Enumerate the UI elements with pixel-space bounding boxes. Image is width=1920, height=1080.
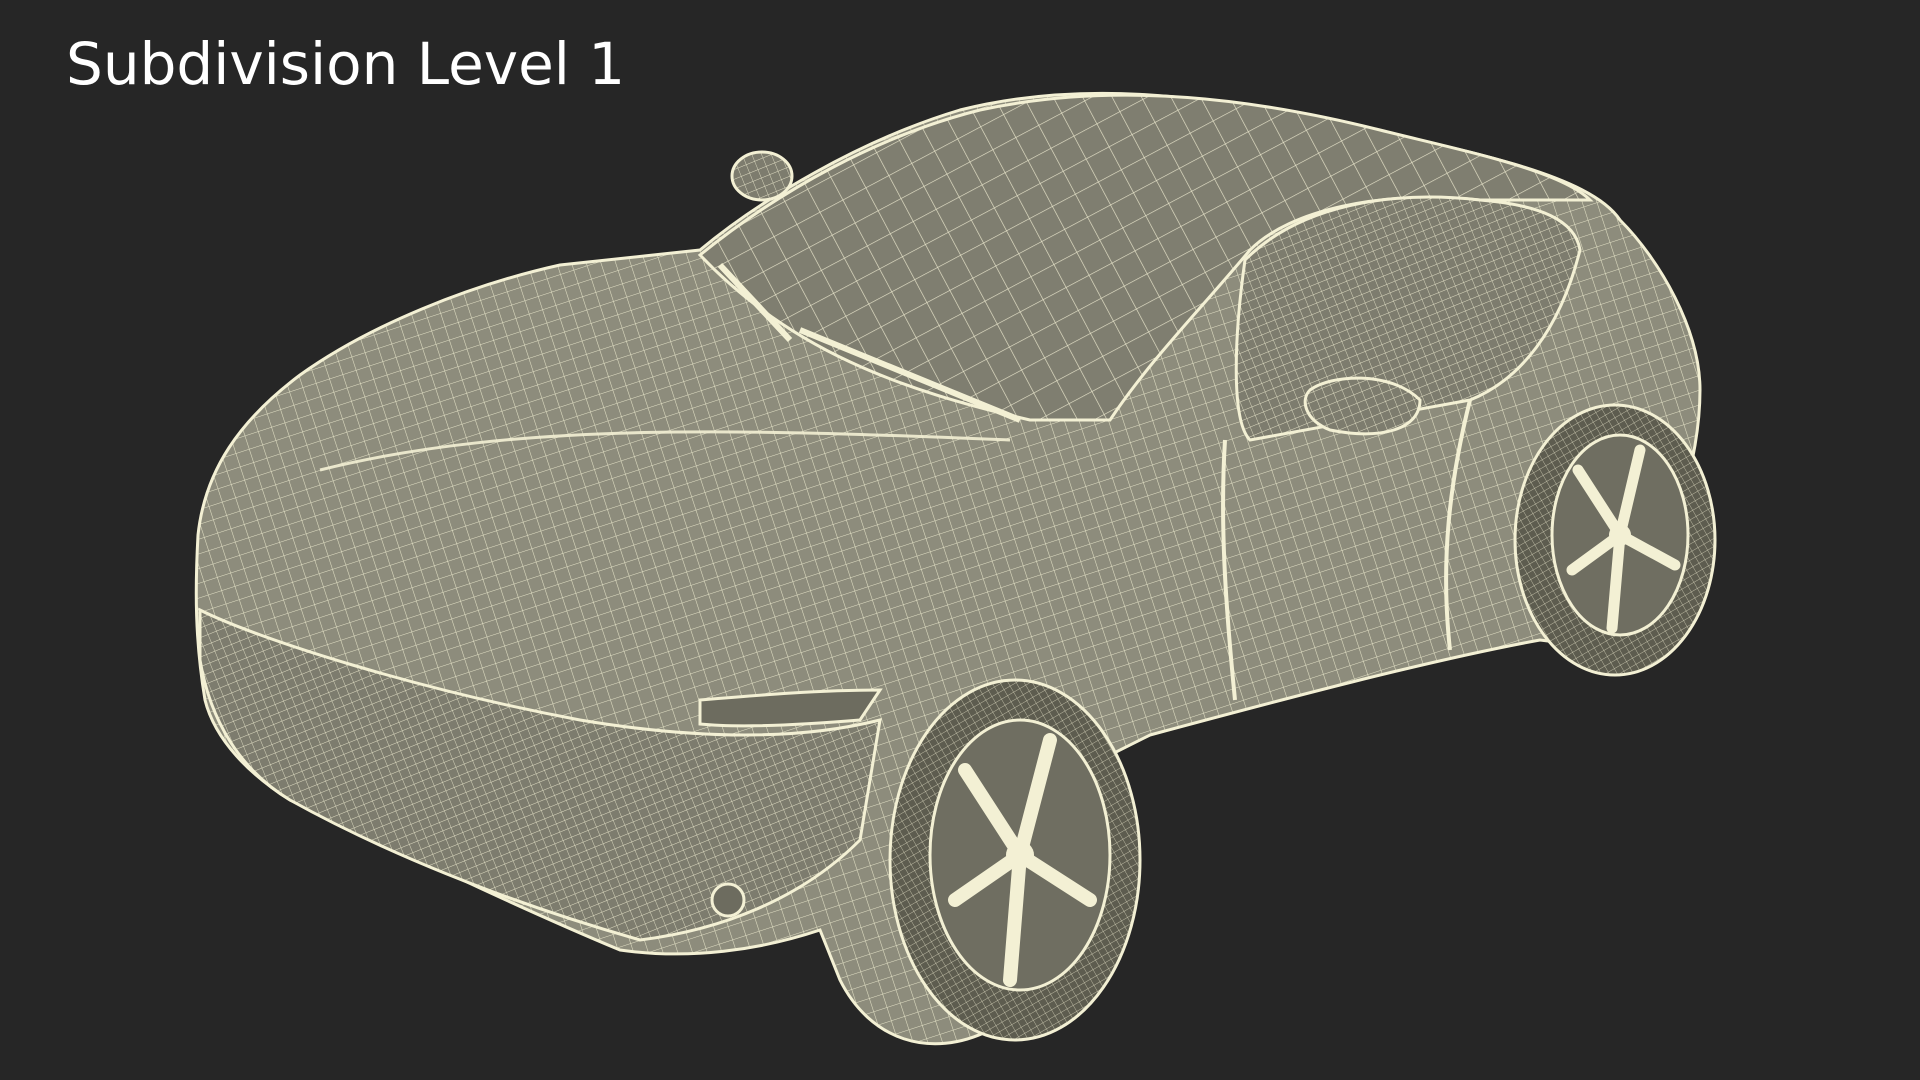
rear-wheel-hub [1609, 524, 1631, 546]
fog-light [710, 882, 746, 918]
car-wireframe-render [194, 91, 1717, 1046]
viewport: Subdivision Level 1 [0, 0, 1920, 1080]
mirror-right [1303, 376, 1422, 436]
mirror-left [730, 150, 794, 202]
front-wheel-hub [1006, 841, 1034, 869]
